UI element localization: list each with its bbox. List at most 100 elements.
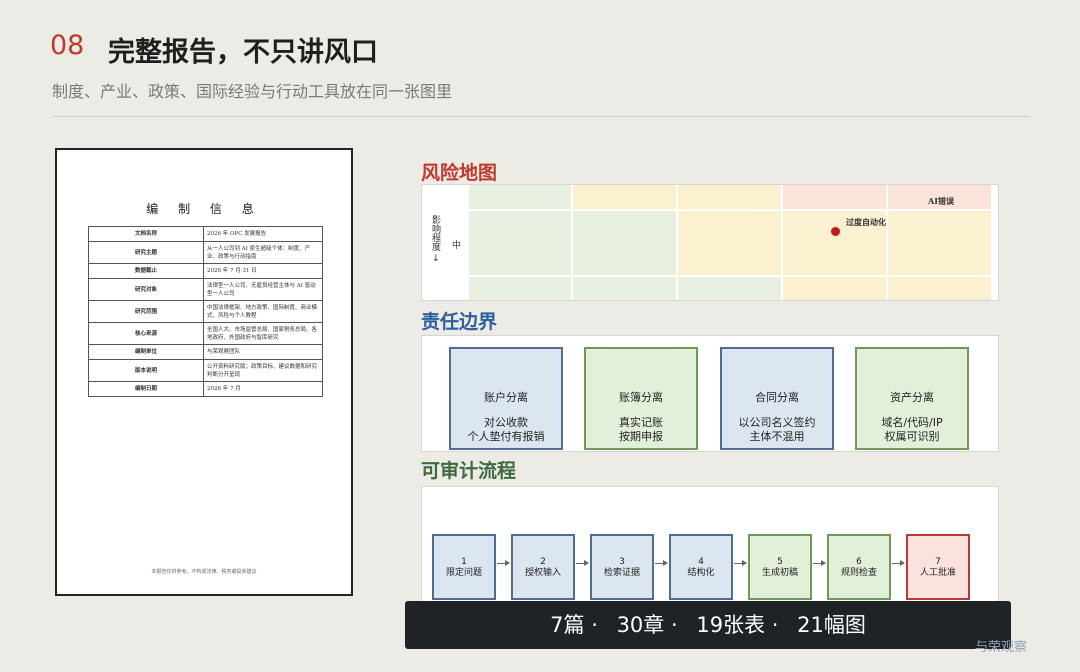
audit-arrow: [813, 560, 826, 566]
resp-card-line: 主体不混用: [749, 430, 805, 443]
audit-step: 1 限定问题: [432, 534, 496, 600]
audit-flow-title: 可审计流程: [421, 460, 517, 482]
audit-step-label: 人工批准: [919, 568, 956, 578]
stat-figures: 21幅图: [797, 613, 866, 637]
audit-step: 4 结构化: [669, 534, 733, 600]
audit-step-label: 限定问题: [445, 568, 482, 578]
info-key: 数据截止: [88, 263, 204, 279]
risk-cell: [573, 185, 676, 209]
audit-step-label: 规则检查: [840, 568, 877, 578]
slide-subtitle: 制度、产业、政策、国际经验与行动工具放在同一张图里: [52, 82, 453, 101]
audit-arrow: [497, 560, 510, 566]
document-heading: 编 制 信 息: [146, 202, 262, 216]
info-value: 2026 年 7 月 31 日: [203, 263, 323, 279]
audit-arrow: [892, 560, 905, 566]
stat-chapters-part: 7篇 ·: [550, 613, 598, 637]
audit-step: 3 检索证据: [590, 534, 654, 600]
info-key: 核心来源: [88, 322, 204, 345]
watermark: 与荣观察: [975, 640, 1028, 655]
info-key: 研究范围: [88, 300, 204, 323]
info-value: 公开资料研究版；政策目标、建议数据和研究判断分开呈现: [203, 359, 323, 382]
slide-number: 08: [50, 30, 85, 61]
info-value: 2026 年 OPC 发展报告: [203, 226, 323, 242]
resp-card-title: 账簿分离: [619, 391, 663, 404]
info-value: 与荣观察团队: [203, 344, 323, 360]
info-table-row: 研究对象 法律型一人公司、无雇员经营主体与 AI 驱动型一人公司: [88, 278, 323, 301]
info-table-row: 研究范围 中国法律框架、地方政策、国际制度、商业模式、风险与个人教程: [88, 300, 323, 323]
resp-card-line: 对公收款: [484, 416, 528, 429]
resp-card-line: 按期申报: [619, 430, 663, 443]
audit-step: 2 授权输入: [511, 534, 575, 600]
risk-cell: [678, 185, 781, 209]
slide-title: 完整报告，不只讲风口: [108, 37, 378, 68]
info-table-row: 版本说明 公开资料研究版；政策目标、建议数据和研究判断分开呈现: [88, 359, 323, 382]
risk-axis-mid: 中: [452, 241, 462, 251]
stat-chapters: 30章 ·: [616, 613, 678, 637]
info-table-row: 编制日期 2026 年 7 月: [88, 381, 323, 397]
resp-card-line: 域名/代码/IP: [881, 416, 943, 429]
document-page: 编 制 信 息 文档名称 2026 年 OPC 发展报告 研究主题 从一人公司到 AI…: [55, 148, 353, 596]
audit-step-number: 2: [540, 557, 546, 567]
resp-card-contract: 合同分离 以公司名义签约 主体不混用: [720, 347, 834, 450]
risk-cell: [573, 277, 676, 300]
audit-step: 5 生成初稿: [748, 534, 812, 600]
risk-point: [831, 227, 840, 236]
risk-map-panel: 影响程度 → 中 过度自动化 AI错误: [421, 184, 999, 301]
audit-step-number: 5: [777, 557, 783, 567]
audit-arrow: [576, 560, 589, 566]
info-table-row: 研究主题 从一人公司到 AI 原生超级个体：制度、产业、政策与行动指南: [88, 241, 323, 264]
audit-step-number: 1: [461, 557, 467, 567]
risk-map-title: 风险地图: [421, 162, 498, 184]
info-key: 研究主题: [88, 241, 204, 264]
resp-card-title: 账户分离: [484, 391, 528, 404]
info-key: 编制单位: [88, 344, 204, 360]
resp-card-account: 账户分离 对公收款 个人垫付有报销: [449, 347, 563, 450]
stats-bar: 7篇 · 30章 · 19张表 · 21幅图: [405, 601, 1011, 649]
audit-step: 7 人工批准: [906, 534, 970, 600]
risk-cell-label: AI错误: [928, 196, 954, 206]
audit-step: 6 规则检查: [827, 534, 891, 600]
info-table-row: 核心来源 全国人大、市场监管总局、国家税务总局、各地政府、外国政府与智库研究: [88, 322, 323, 345]
audit-step-number: 6: [856, 557, 862, 567]
risk-cell: [469, 277, 571, 300]
risk-cell: [783, 277, 886, 300]
risk-cell: [469, 185, 571, 209]
audit-step-label: 结构化: [687, 568, 715, 578]
resp-card-line: 以公司名义签约: [738, 416, 816, 429]
audit-step-label: 授权输入: [524, 568, 561, 578]
info-key: 研究对象: [88, 278, 204, 301]
audit-arrow: [655, 560, 668, 566]
responsibility-panel: 账户分离 对公收款 个人垫付有报销 账簿分离 真实记账 按期申报 合同分离 以公司名…: [421, 335, 999, 452]
audit-step-number: 3: [619, 557, 625, 567]
risk-cell: [469, 211, 571, 275]
info-table-row: 数据截止 2026 年 7 月 31 日: [88, 263, 323, 279]
info-table-row: 编制单位 与荣观察团队: [88, 344, 323, 360]
info-key: 版本说明: [88, 359, 204, 382]
risk-axis-label: 影响程度 →: [430, 215, 440, 262]
info-value: 全国人大、市场监管总局、国家税务总局、各地政府、外国政府与智库研究: [203, 322, 323, 345]
audit-step-number: 4: [698, 557, 704, 567]
risk-cell: [888, 277, 991, 300]
info-table-row: 文档名称 2026 年 OPC 发展报告: [88, 226, 323, 242]
audit-step-number: 7: [935, 557, 941, 567]
resp-card-title: 资产分离: [890, 391, 934, 404]
info-value: 2026 年 7 月: [203, 381, 323, 397]
info-value: 法律型一人公司、无雇员经营主体与 AI 驱动型一人公司: [203, 278, 323, 301]
risk-point-label: 过度自动化: [846, 217, 886, 227]
risk-cell: [678, 211, 781, 275]
risk-cell: [678, 277, 781, 300]
resp-card-line: 权属可识别: [884, 430, 940, 443]
info-value: 中国法律框架、地方政策、国际制度、商业模式、风险与个人教程: [203, 300, 323, 323]
risk-cell: [888, 211, 991, 275]
resp-card-assets: 资产分离 域名/代码/IP 权属可识别: [855, 347, 969, 450]
document-footer: 本报告仅供参考，不构成法律、税务或投资建议: [151, 569, 257, 575]
audit-arrow: [734, 560, 747, 566]
header-divider: [52, 116, 1030, 117]
audit-step-label: 检索证据: [603, 568, 640, 578]
risk-cell: [783, 185, 886, 209]
stat-tables: 19张表 ·: [696, 613, 779, 637]
audit-flow-panel: 1 限定问题 2 授权输入 3 检索证据 4 结构化 5 生成初稿 6 规则检查 7 人工批准: [421, 486, 999, 603]
audit-step-label: 生成初稿: [761, 568, 798, 578]
resp-card-books: 账簿分离 真实记账 按期申报: [584, 347, 698, 450]
info-value: 从一人公司到 AI 原生超级个体：制度、产业、政策与行动指南: [203, 241, 323, 264]
